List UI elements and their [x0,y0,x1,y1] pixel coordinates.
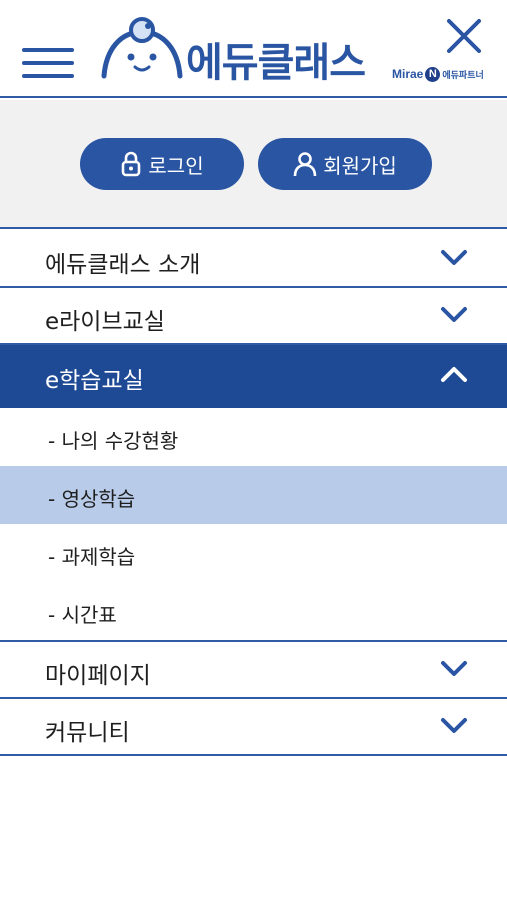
hamburger-line [22,74,74,78]
auth-area: 로그인 회원가입 [0,100,507,229]
login-label: 로그인 [148,153,204,178]
lock-icon [122,151,141,177]
menu-item-label: e학습교실 [45,368,144,394]
submenu-item-assignments[interactable]: - 과제학습 [0,524,507,582]
signup-label: 회원가입 [323,153,397,178]
nav-menu: 에듀클래스 소개 e라이브교실 e학습교실 - 나의 수강현황 - 영상학습 -… [0,231,507,756]
partner-tag: 에듀파트너 [442,69,484,80]
submenu-e-learning: - 나의 수강현황 - 영상학습 - 과제학습 - 시간표 [0,408,507,642]
chevron-up-icon [441,367,467,382]
submenu-item-label: - 나의 수강현황 [48,429,179,453]
login-button[interactable]: 로그인 [80,138,244,190]
submenu-item-timetable[interactable]: - 시간표 [0,582,507,640]
menu-item-edu-class-intro[interactable]: 에듀클래스 소개 [0,231,507,288]
hamburger-menu-icon[interactable] [22,46,74,82]
hamburger-line [22,61,74,65]
chevron-down-icon [441,250,467,265]
submenu-item-my-courses[interactable]: - 나의 수강현황 [0,408,507,466]
app-header: 에듀클래스 Mirae N 에듀파트너 [0,0,507,98]
hamburger-line [22,48,74,52]
menu-item-community[interactable]: 커뮤니티 [0,699,507,756]
menu-item-e-learning-class[interactable]: e학습교실 [0,345,507,408]
partner-logo: Mirae N 에듀파트너 [392,64,484,84]
menu-item-label: 커뮤니티 [45,720,130,746]
site-logo[interactable]: 에듀클래스 [98,16,378,86]
user-icon [293,152,317,177]
logo-text: 에듀클래스 [186,40,366,86]
submenu-item-label: - 시간표 [48,603,117,627]
menu-item-label: 마이페이지 [45,663,151,689]
menu-item-label: e라이브교실 [45,309,165,335]
submenu-item-label: - 과제학습 [48,545,136,569]
mascot-icon [101,17,183,79]
close-icon[interactable] [446,18,482,54]
partner-brand: Mirae [392,67,424,81]
partner-badge: N [425,66,441,82]
menu-item-e-live-class[interactable]: e라이브교실 [0,288,507,345]
menu-item-label: 에듀클래스 소개 [45,252,201,278]
chevron-down-icon [441,661,467,676]
submenu-item-video-learning[interactable]: - 영상학습 [0,466,507,524]
menu-item-my-page[interactable]: 마이페이지 [0,642,507,699]
chevron-down-icon [441,718,467,733]
chevron-down-icon [441,307,467,322]
signup-button[interactable]: 회원가입 [258,138,432,190]
submenu-item-label: - 영상학습 [48,487,136,511]
